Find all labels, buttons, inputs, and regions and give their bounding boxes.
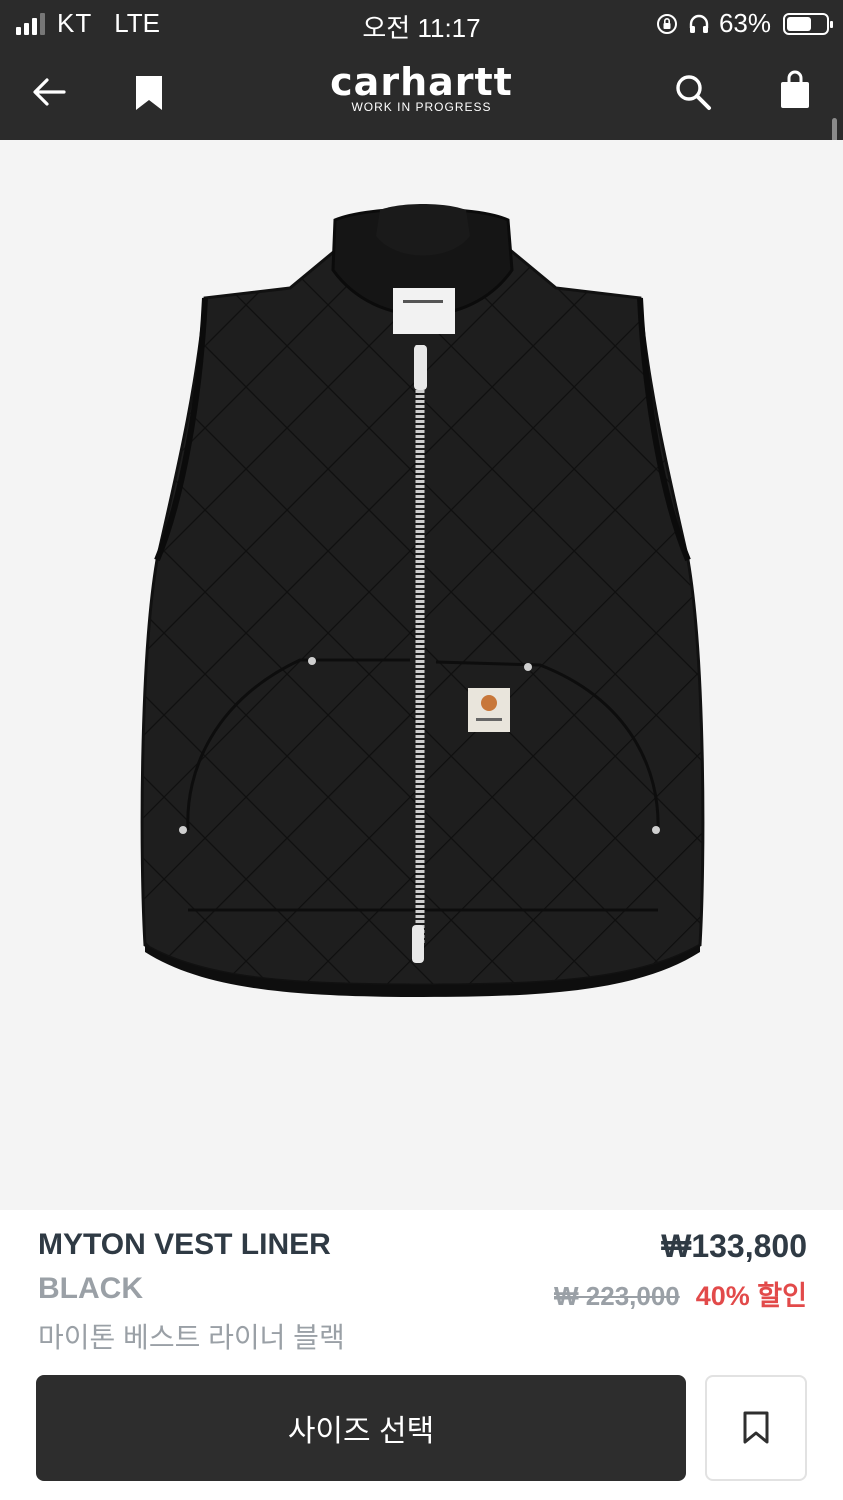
wishlist-button[interactable] — [705, 1375, 807, 1481]
size-select-label: 사이즈 선택 — [287, 1415, 435, 1448]
header-nav: carhartt WORK IN PROGRESS — [0, 48, 843, 140]
product-image-vest — [140, 204, 705, 997]
battery-percent: 63% — [718, 8, 771, 38]
status-right: 63% — [655, 8, 833, 39]
battery-icon — [783, 12, 833, 35]
logo-wordmark: carhartt — [330, 60, 513, 104]
discount-row: ₩ 223,000 40% 할인 — [554, 1274, 807, 1313]
status-bar: KT LTE 오전 11:17 63% — [0, 0, 843, 48]
logo-subtitle: WORK IN PROGRESS — [351, 100, 492, 114]
original-price: ₩ 223,000 — [554, 1281, 680, 1311]
size-select-button[interactable]: 사이즈 선택 — [36, 1375, 686, 1481]
orientation-lock-icon — [656, 13, 677, 34]
bookmark-outline-icon — [743, 1411, 769, 1444]
product-korean-name: 마이톤 베스트 라이너 블랙 — [38, 1322, 345, 1353]
sale-price: ₩133,800 — [661, 1228, 807, 1264]
product-color: BLACK — [38, 1272, 143, 1305]
product-image-gallery[interactable] — [0, 140, 843, 1318]
search-icon[interactable] — [673, 72, 713, 112]
product-info-panel: MYTON VEST LINER BLACK 마이톤 베스트 라이너 블랙 ₩1… — [0, 1210, 843, 1500]
carhartt-logo[interactable]: carhartt WORK IN PROGRESS — [0, 62, 843, 114]
headphones-icon — [689, 14, 709, 33]
shopping-bag-icon[interactable] — [779, 70, 811, 110]
top-bar: KT LTE 오전 11:17 63% carhartt WORK IN PRO… — [0, 0, 843, 140]
product-name: MYTON VEST LINER — [38, 1228, 331, 1261]
battery-fill — [787, 16, 811, 31]
discount-rate: 40% 할인 — [695, 1281, 807, 1311]
